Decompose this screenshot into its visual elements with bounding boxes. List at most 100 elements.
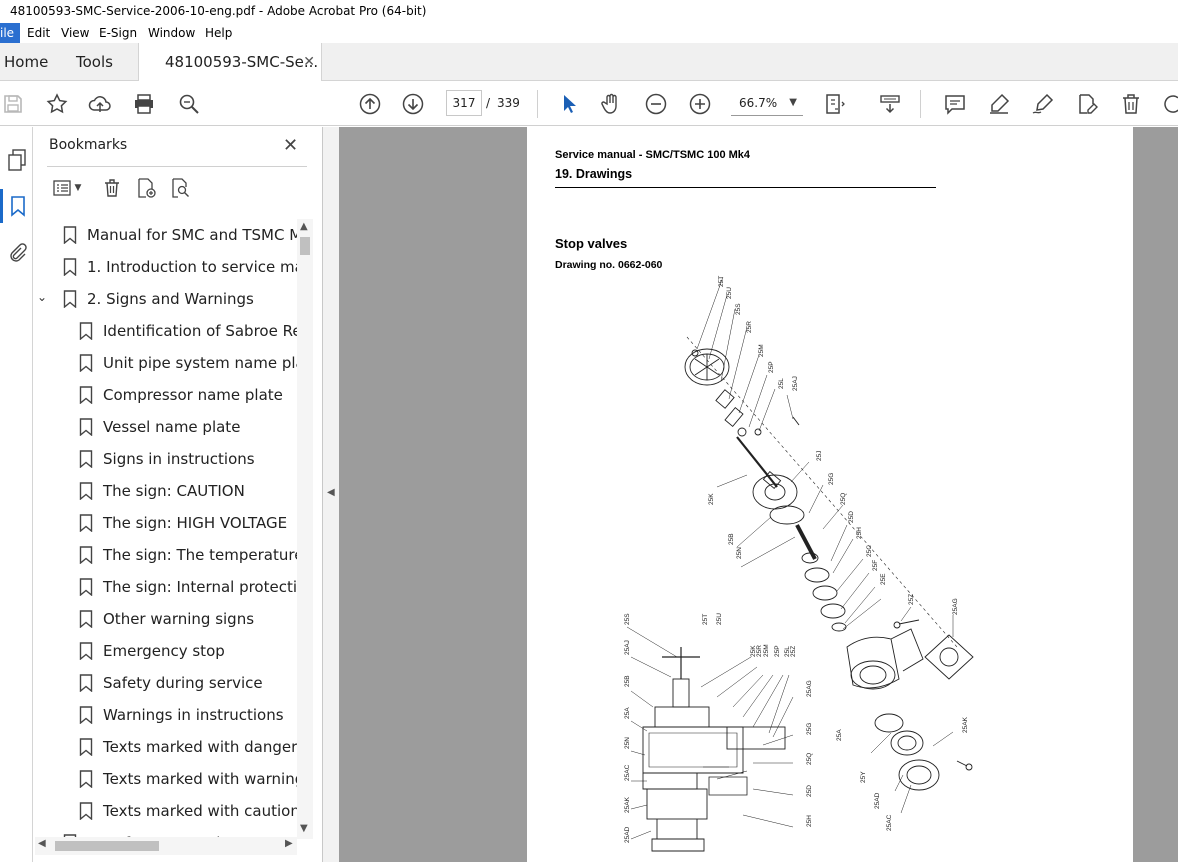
callout-label: 25M: [758, 344, 765, 357]
bookmarks-panel-title: Bookmarks: [49, 137, 128, 153]
fit-page-icon[interactable]: [822, 91, 848, 117]
delete-icon[interactable]: [1118, 91, 1144, 117]
callout-label: 25S: [735, 303, 742, 315]
bookmark-item[interactable]: Manual for SMC and TSMC Mk4: [63, 219, 299, 251]
bookmark-item[interactable]: Texts marked with warning!: [79, 763, 299, 795]
highlight-pen-icon[interactable]: [986, 91, 1012, 117]
bookmark-item[interactable]: Vessel name plate: [79, 411, 240, 443]
attachments-icon[interactable]: [0, 235, 33, 269]
hand-tool-icon[interactable]: [598, 91, 624, 117]
callout-label: 25H: [856, 527, 863, 539]
bookmark-item[interactable]: Safety during service: [79, 667, 263, 699]
bookmark-options-icon[interactable]: ▼: [47, 175, 87, 201]
bookmark-icon: [79, 514, 93, 532]
callout-label: 25AG: [806, 680, 813, 697]
callout-label: 25AD: [624, 826, 631, 843]
tab-document[interactable]: 48100593-SMC-Se... ✕: [138, 43, 322, 82]
document-viewer[interactable]: Service manual - SMC/TSMC 100 Mk4 19. Dr…: [339, 127, 1178, 862]
menu-window[interactable]: Window: [148, 23, 195, 43]
menu-view[interactable]: View: [61, 23, 89, 43]
page-thumbnails-icon[interactable]: [0, 143, 33, 177]
upload-cloud-icon[interactable]: [87, 91, 113, 117]
bookmark-label: The sign: HIGH VOLTAGE: [103, 514, 288, 532]
bookmark-icon: [79, 450, 93, 468]
sign-pen-icon[interactable]: [1030, 91, 1056, 117]
zoom-level-value: 66.7%: [739, 96, 778, 110]
scrollbar-thumb[interactable]: [300, 237, 310, 255]
bookmark-icon: [79, 610, 93, 628]
bookmark-item[interactable]: Identification of Sabroe Refrigeration: [79, 315, 299, 347]
callout-label: 25T: [718, 276, 725, 287]
star-icon[interactable]: [44, 91, 70, 117]
scroll-down-icon[interactable]: ▼: [300, 823, 308, 834]
callout-label: 25AC: [886, 814, 893, 831]
close-panel-icon[interactable]: ✕: [283, 135, 298, 156]
tab-tools[interactable]: Tools: [76, 43, 113, 81]
bookmark-item[interactable]: 1. Introduction to service manual: [63, 251, 299, 283]
bookmark-icon: [79, 642, 93, 660]
close-tab-icon[interactable]: ✕: [303, 43, 315, 81]
bookmark-item[interactable]: The sign: The temperature of: [79, 539, 299, 571]
bookmark-item[interactable]: Texts marked with danger!: [79, 731, 299, 763]
rotate-icon[interactable]: [1160, 91, 1178, 117]
bookmarks-horizontal-scrollbar[interactable]: ◀ ▶: [35, 837, 297, 855]
stop-valve-drawing: 25T 25U 25S 25R 25M 25P 25L 25AJ 25J 25K…: [624, 276, 974, 852]
next-page-icon[interactable]: [400, 91, 426, 117]
bookmark-item[interactable]: Signs in instructions: [79, 443, 255, 475]
menu-bar: ile Edit View E-Sign Window Help: [0, 23, 1178, 43]
bookmarks-vertical-scrollbar[interactable]: ▲ ▼: [297, 219, 313, 839]
bookmark-item[interactable]: Unit pipe system name plate: [79, 347, 299, 379]
scroll-left-icon[interactable]: ◀: [38, 838, 46, 849]
new-bookmark-icon[interactable]: [133, 175, 159, 201]
scrollbar-thumb[interactable]: [55, 841, 159, 851]
bookmark-item[interactable]: The sign: HIGH VOLTAGE: [79, 507, 287, 539]
page-number-input[interactable]: 317: [446, 90, 482, 116]
panel-collapse-strip[interactable]: ◀: [323, 127, 339, 862]
bookmark-item[interactable]: Compressor name plate: [79, 379, 283, 411]
tab-document-label: 48100593-SMC-Se...: [165, 53, 319, 71]
scroll-mode-icon[interactable]: [877, 91, 903, 117]
bookmark-item[interactable]: Other warning signs: [79, 603, 254, 635]
delete-bookmark-icon[interactable]: [99, 175, 125, 201]
bookmark-label: Warnings in instructions: [103, 706, 284, 724]
callout-label: 25Q: [806, 753, 813, 765]
bookmark-icon: [79, 322, 93, 340]
edit-pdf-icon[interactable]: [1074, 91, 1100, 117]
window-title: 48100593-SMC-Service-2006-10-eng.pdf - A…: [0, 0, 1178, 23]
comment-icon[interactable]: [942, 91, 968, 117]
menu-help[interactable]: Help: [205, 23, 232, 43]
chevron-down-icon: ▼: [789, 97, 797, 108]
menu-file[interactable]: ile: [0, 23, 21, 43]
previous-page-icon[interactable]: [357, 91, 383, 117]
bookmark-item[interactable]: Warnings in instructions: [79, 699, 284, 731]
bookmark-icon: [79, 578, 93, 596]
zoom-level-select[interactable]: 66.7% ▼: [731, 90, 803, 116]
bookmark-icon: [79, 546, 93, 564]
zoom-out-icon[interactable]: [643, 91, 669, 117]
menu-esign[interactable]: E-Sign: [99, 23, 137, 43]
scroll-up-icon[interactable]: ▲: [300, 221, 308, 232]
bookmark-item[interactable]: ⌄ 2. Signs and Warnings: [37, 283, 254, 315]
scroll-right-icon[interactable]: ▶: [285, 838, 293, 849]
select-cursor-icon[interactable]: [556, 91, 582, 117]
bookmark-item[interactable]: The sign: Internal protection: [79, 571, 299, 603]
save-icon[interactable]: [0, 91, 26, 117]
bookmark-icon: [63, 258, 77, 276]
find-bookmark-icon[interactable]: [167, 175, 193, 201]
bookmark-label: Safety during service: [103, 674, 263, 692]
bookmark-item[interactable]: Emergency stop: [79, 635, 225, 667]
callout-label: 25J: [816, 451, 823, 461]
collapse-panel-icon[interactable]: ◀: [327, 487, 335, 498]
menu-edit[interactable]: Edit: [27, 23, 50, 43]
bookmark-label: Compressor name plate: [103, 386, 283, 404]
search-zoom-icon[interactable]: [176, 91, 202, 117]
callout-label: 25N: [736, 547, 743, 559]
zoom-in-icon[interactable]: [687, 91, 713, 117]
tab-home[interactable]: Home: [4, 43, 48, 81]
callout-label: 25H: [806, 815, 813, 827]
bookmarks-panel-icon[interactable]: [0, 189, 33, 223]
print-icon[interactable]: [131, 91, 157, 117]
bookmark-item[interactable]: Texts marked with caution!: [79, 795, 299, 827]
bookmark-item[interactable]: The sign: CAUTION: [79, 475, 245, 507]
chevron-down-icon[interactable]: ⌄: [37, 290, 47, 304]
